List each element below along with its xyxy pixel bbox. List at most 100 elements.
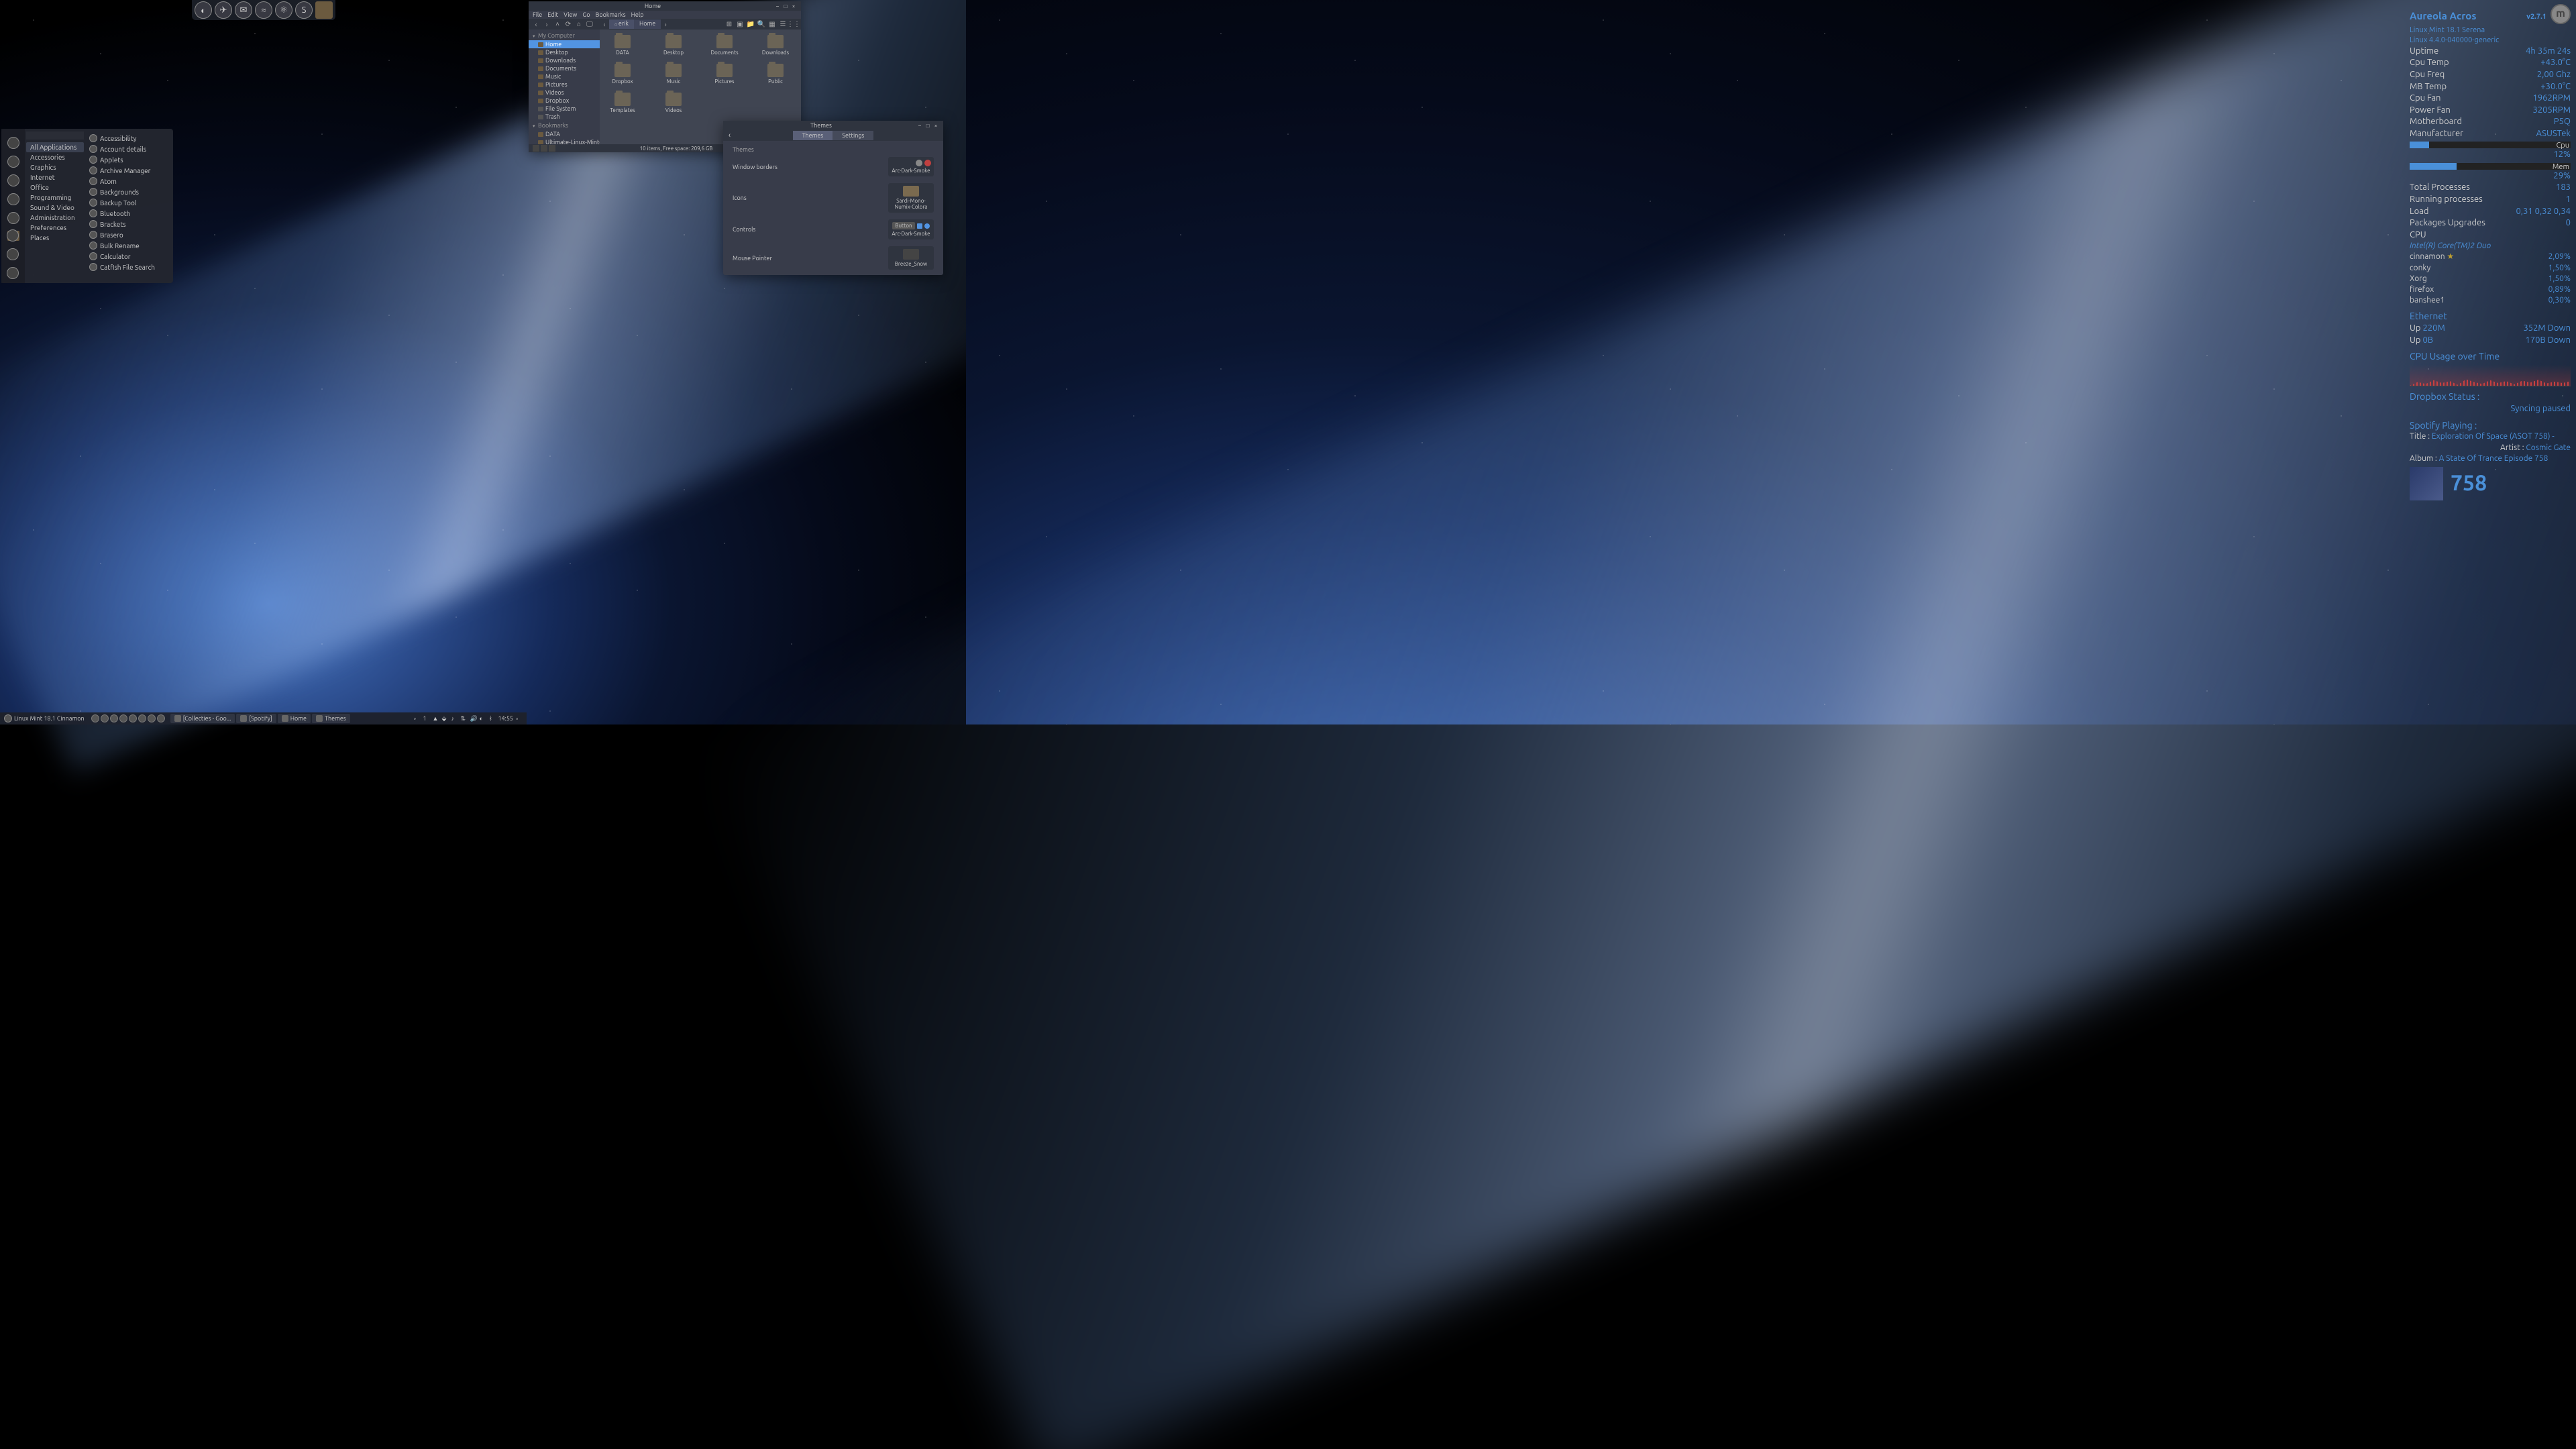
folder-item[interactable]: Desktop [656,35,691,56]
fav-icon[interactable] [7,174,19,186]
app-item[interactable]: Brasero [87,229,172,240]
menu-help[interactable]: Help [631,11,644,18]
menu-bookmarks[interactable]: Bookmarks [596,11,626,18]
bluetooth-icon[interactable]: ᚼ [488,715,495,722]
logout-icon[interactable] [7,248,19,260]
new-tab-button[interactable]: ⊞ [724,19,734,29]
menu-edit[interactable]: Edit [547,11,558,18]
back-button[interactable]: ‹ [531,19,541,29]
refresh-button[interactable]: ⟳ [564,19,573,29]
sidebar-item[interactable]: Downloads [529,56,600,64]
fav-icon[interactable] [7,212,19,224]
shutdown-icon[interactable] [7,267,19,279]
tray-icon[interactable]: ▫ [413,715,420,722]
sidebar-item[interactable]: Dropbox [529,97,600,105]
sidebar-item-trash[interactable]: Trash [529,113,600,121]
category-item[interactable]: Places [26,233,84,243]
dock-firefox-icon[interactable]: ◐ [195,1,212,19]
folder-item[interactable]: Documents [707,35,742,56]
app-item[interactable]: Bulk Rename [87,240,172,251]
task-button[interactable]: [Spotify] [236,714,276,723]
status-btn[interactable] [549,145,555,152]
folder-item[interactable]: Music [656,64,691,85]
maximize-button[interactable]: □ [782,3,789,9]
home-button[interactable]: ⌂ [574,19,584,29]
app-item[interactable]: Accessibility [87,133,172,144]
category-item[interactable]: Programming [26,193,84,203]
fav-icon[interactable] [7,156,19,168]
workspace-indicator[interactable]: 1 [423,715,429,722]
app-item[interactable]: Applets [87,154,172,165]
category-item[interactable]: Accessories [26,152,84,162]
sidebar-item[interactable]: File System [529,105,600,113]
sidebar-item-home[interactable]: Home [529,40,600,48]
theme-selector[interactable]: Breeze_Snow [888,246,934,270]
tray-icon[interactable]: ♪ [451,715,458,722]
ql-icon[interactable] [110,714,118,722]
icon-view-button[interactable]: ▦ [767,19,777,29]
dock-sublime-icon[interactable]: S [295,1,313,19]
app-item[interactable]: Brackets [87,219,172,229]
fav-icon[interactable] [7,137,19,149]
task-button[interactable]: Home [278,714,311,723]
back-button[interactable]: ‹ [729,131,731,140]
new-folder-button[interactable]: 📁 [746,19,755,29]
sidebar-header-bookmarks[interactable]: ▾Bookmarks [529,121,600,130]
folder-item[interactable]: Dropbox [605,64,640,85]
ql-icon[interactable] [138,714,146,722]
app-item[interactable]: Calculator [87,251,172,262]
path-back[interactable]: ‹ [600,19,609,29]
dock-telegram-icon[interactable]: ✈ [215,1,232,19]
folder-item[interactable]: DATA [605,35,640,56]
app-item[interactable]: Backgrounds [87,186,172,197]
sidebar-item[interactable]: Pictures [529,80,600,89]
computer-button[interactable]: 🖵 [585,19,594,29]
task-button[interactable]: Themes [312,714,350,723]
volume-icon[interactable]: 🔊 [470,715,476,722]
folder-item[interactable]: Pictures [707,64,742,85]
themes-titlebar[interactable]: Themes – □ × [723,121,943,130]
tab-themes[interactable]: Themes [793,131,833,140]
category-all[interactable]: All Applications [26,142,84,152]
folder-item[interactable]: Downloads [758,35,793,56]
lock-icon[interactable] [7,229,19,241]
ql-icon[interactable] [101,714,109,722]
theme-selector[interactable]: Button Arc-Dark-Smoke [888,219,934,239]
folder-item[interactable]: Templates [605,93,640,113]
menu-go[interactable]: Go [582,11,590,18]
tray-icon[interactable]: ⬙ [441,715,448,722]
sidebar-item[interactable]: Music [529,72,600,80]
app-item[interactable]: Bluetooth [87,208,172,219]
path-fwd[interactable]: › [661,19,670,29]
task-button[interactable]: [Collecties - Goo... [170,714,235,723]
category-item[interactable]: Internet [26,172,84,182]
terminal-button[interactable]: ▣ [735,19,745,29]
border-dot-icon[interactable] [916,160,922,166]
close-button[interactable]: × [932,122,939,129]
dock-folder-icon[interactable] [315,1,333,19]
close-button[interactable]: × [790,3,797,9]
app-item[interactable]: Catfish File Search [87,262,172,272]
folder-item[interactable]: Public [758,64,793,85]
category-item[interactable]: Office [26,182,84,193]
theme-selector[interactable]: Arc-Dark-Smoke [888,157,934,176]
crumb[interactable]: ⌂ erik [609,19,634,29]
sidebar-item[interactable]: Videos [529,89,600,97]
menu-search-input[interactable] [26,131,84,140]
app-item[interactable]: Atom [87,176,172,186]
compact-view-button[interactable]: ⋮⋮ [789,19,798,29]
tab-settings[interactable]: Settings [833,131,873,140]
category-item[interactable]: Graphics [26,162,84,172]
ql-icon[interactable] [148,714,156,722]
fm-titlebar[interactable]: Home – □ × [529,1,801,11]
tray-icon[interactable]: ▫ [516,715,523,722]
dock-thunderbird-icon[interactable]: ✉ [235,1,252,19]
ql-icon[interactable] [91,714,99,722]
ql-icon[interactable] [129,714,137,722]
crumb[interactable]: Home [634,19,661,29]
status-btn[interactable] [541,145,547,152]
network-icon[interactable]: ⇅ [460,715,467,722]
category-item[interactable]: Preferences [26,223,84,233]
tray-icon[interactable]: ▲ [432,715,439,722]
sidebar-header-computer[interactable]: ▾My Computer [529,31,600,40]
